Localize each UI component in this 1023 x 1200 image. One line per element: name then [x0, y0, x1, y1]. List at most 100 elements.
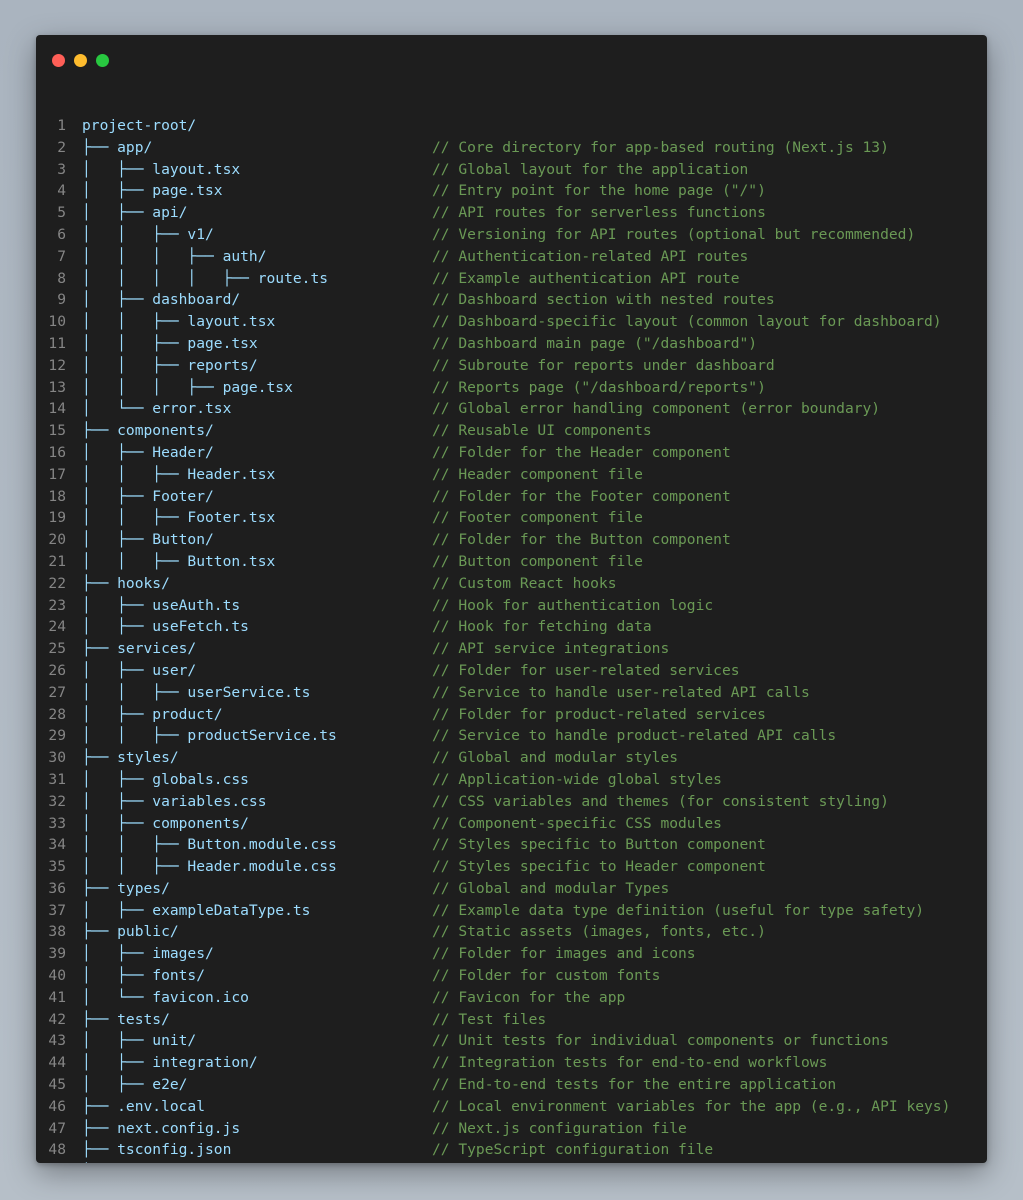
code-comment: // API routes for serverless functions [432, 204, 766, 222]
minimize-window-button[interactable] [74, 54, 87, 67]
code-comment: // Folder for product-related services [432, 705, 766, 723]
tree-entry: │ ├── layout.tsx [82, 160, 241, 178]
line-number: 40 [48, 967, 66, 985]
code-comment: // Authentication-related API routes [432, 247, 749, 265]
line-number: 23 [48, 596, 66, 614]
line-number: 49 [36, 1161, 66, 1163]
code-comment: // Styles specific to Header component [432, 858, 766, 876]
code-comment: // Reports page ("/dashboard/reports") [432, 378, 766, 396]
line-number: 45 [48, 1076, 66, 1094]
line-number: 29 [48, 727, 66, 745]
code-line: 43 │ ├── unit/ // Unit tests for individua… [36, 1030, 987, 1052]
code-line: 22 ├── hooks/ // Custom React hooks [36, 573, 987, 595]
code-window: 1 project-root/2 ├── app/ // Core directory… [36, 35, 987, 1163]
close-window-button[interactable] [52, 54, 65, 67]
tree-entry: │ ├── useAuth.ts [82, 596, 241, 614]
code-line: 17 │ │ ├── Header.tsx // Header component … [36, 464, 987, 486]
code-line: 42 ├── tests/ // Test files [36, 1009, 987, 1031]
code-comment: // Service to handle user-related API ca… [432, 683, 810, 701]
code-line: 27 │ │ ├── userService.ts // Service to ha… [36, 682, 987, 704]
line-number: 47 [48, 1119, 66, 1137]
code-line: 41 │ └── favicon.ico // Favicon for the ap… [36, 987, 987, 1009]
code-comment: // Integration tests for end-to-end work… [432, 1054, 828, 1072]
tree-entry: ├── tsconfig.json [82, 1141, 232, 1159]
tree-entry: │ └── error.tsx [82, 400, 232, 418]
tree-entry: ├── .env.local [82, 1097, 206, 1115]
code-line: 47 ├── next.config.js // Next.js configura… [36, 1118, 987, 1140]
code-line: 38 ├── public/ // Static assets (images, f… [36, 921, 987, 943]
code-line: 14 │ └── error.tsx // Global error handlin… [36, 398, 987, 420]
tree-entry: │ ├── components/ [82, 814, 249, 832]
line-number: 46 [48, 1097, 66, 1115]
code-line: 23 │ ├── useAuth.ts // Hook for authentica… [36, 595, 987, 617]
tree-entry: │ ├── fonts/ [82, 967, 206, 985]
code-comment: // Component-specific CSS modules [432, 814, 722, 832]
line-number: 26 [48, 661, 66, 679]
tree-entry: │ │ ├── Footer.tsx [82, 509, 276, 527]
code-line: 40 │ ├── fonts/ // Folder for custom fonts [36, 965, 987, 987]
tree-entry: │ │ ├── layout.tsx [82, 313, 276, 331]
tree-entry: │ ├── unit/ [82, 1032, 197, 1050]
line-number: 18 [48, 487, 66, 505]
code-line: 10 │ │ ├── layout.tsx // Dashboard-specifi… [36, 311, 987, 333]
code-comment: // Button component file [432, 552, 643, 570]
code-comment: // End-to-end tests for the entire appli… [432, 1076, 837, 1094]
code-comment: // Custom React hooks [432, 574, 617, 592]
line-number: 27 [48, 683, 66, 701]
line-number: 7 [57, 247, 66, 265]
code-comment: // Test files [432, 1010, 547, 1028]
code-comment: // API service integrations [432, 640, 670, 658]
code-comment: // Dashboard-specific layout (common lay… [432, 313, 942, 331]
code-comment: // Example authentication API route [432, 269, 740, 287]
line-number: 3 [57, 160, 66, 178]
tree-entry: ├── components/ [82, 422, 214, 440]
code-line: 29 │ │ ├── productService.ts // Service to… [36, 725, 987, 747]
tree-entry: │ │ ├── userService.ts [82, 683, 311, 701]
code-comment: // Global and modular Types [432, 879, 670, 897]
tree-entry: │ ├── globals.css [82, 770, 249, 788]
line-number: 41 [48, 988, 66, 1006]
code-comment: // Styles specific to Button component [432, 836, 766, 854]
code-comment: // CSS variables and themes (for consist… [432, 792, 889, 810]
line-number: 14 [48, 400, 66, 418]
tree-entry: │ ├── Footer/ [82, 487, 214, 505]
code-line: 7 │ │ │ ├── auth/ // Authentication-relate… [36, 246, 987, 268]
code-line: 1 project-root/ [36, 115, 987, 137]
tree-entry: ├── hooks/ [82, 574, 170, 592]
code-comment: // Global error handling component (erro… [432, 400, 881, 418]
line-number: 32 [48, 792, 66, 810]
tree-entry: │ │ │ ├── page.tsx [82, 378, 293, 396]
code-line: 12 │ │ ├── reports/ // Subroute for report… [36, 355, 987, 377]
code-line: 15 ├── components/ // Reusable UI componen… [36, 420, 987, 442]
line-number: 30 [48, 749, 66, 767]
code-line: 20 │ ├── Button/ // Folder for the Button … [36, 529, 987, 551]
tree-entry: │ │ ├── v1/ [82, 225, 214, 243]
line-number: 8 [57, 269, 66, 287]
tree-entry: │ ├── variables.css [82, 792, 267, 810]
code-comment: // Dashboard section with nested routes [432, 291, 775, 309]
line-number: 28 [48, 705, 66, 723]
tree-entry: │ │ │ │ ├── route.ts [82, 269, 329, 287]
code-comment: // Local environment variables for the a… [432, 1097, 951, 1115]
line-number: 1 [57, 117, 66, 134]
tree-entry: │ │ ├── productService.ts [82, 727, 337, 745]
line-number: 48 [48, 1141, 66, 1159]
code-line: 11 │ │ ├── page.tsx // Dashboard main page… [36, 333, 987, 355]
code-comment: // Next.js configuration file [432, 1119, 687, 1137]
line-number: 38 [48, 923, 66, 941]
maximize-window-button[interactable] [96, 54, 109, 67]
code-line: 37 │ ├── exampleDataType.ts // Example dat… [36, 900, 987, 922]
line-number: 5 [57, 204, 66, 222]
tree-entry: ├── services/ [82, 640, 197, 658]
code-line: 4 │ ├── page.tsx // Entry point for the ho… [36, 180, 987, 202]
tree-entry: ├── next.config.js [82, 1119, 241, 1137]
code-line: 24 │ ├── useFetch.ts // Hook for fetching … [36, 616, 987, 638]
code-comment: // Core directory for app-based routing … [432, 138, 889, 156]
tree-entry: ├── app/ [82, 138, 153, 156]
tree-entry: │ │ ├── reports/ [82, 356, 258, 374]
code-line: 9 │ ├── dashboard/ // Dashboard section wi… [36, 289, 987, 311]
line-number: 17 [48, 465, 66, 483]
code-line: 26 │ ├── user/ // Folder for user-related … [36, 660, 987, 682]
code-line: 34 │ │ ├── Button.module.css // Styles spe… [36, 834, 987, 856]
line-number: 11 [48, 334, 66, 352]
